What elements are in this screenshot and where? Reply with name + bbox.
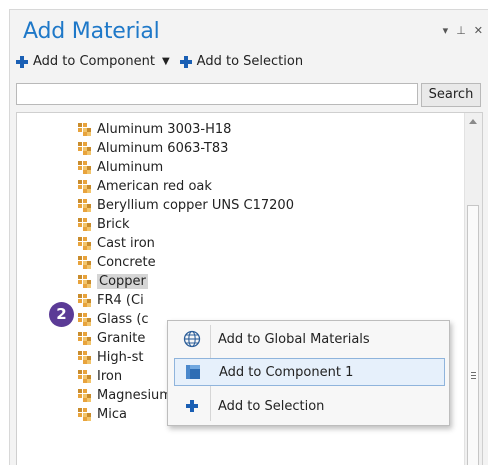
list-item[interactable]: Aluminum: [78, 158, 163, 177]
list-item[interactable]: High-st: [78, 348, 143, 367]
material-icon: [78, 332, 91, 345]
material-icon: [78, 161, 91, 174]
list-item[interactable]: Iron: [78, 367, 122, 386]
list-item-label: Cast iron: [97, 236, 155, 251]
dropdown-menu-icon[interactable]: ▾: [443, 24, 449, 37]
search-input[interactable]: [16, 83, 418, 105]
close-icon[interactable]: ✕: [474, 24, 483, 37]
component-icon: [175, 364, 211, 380]
material-icon: [78, 218, 91, 231]
scrollbar-thumb[interactable]: [467, 205, 479, 465]
material-icon: [78, 408, 91, 421]
list-item[interactable]: Aluminum 6063-T83: [78, 139, 228, 158]
material-icon: [78, 180, 91, 193]
add-material-panel: Add Material ▾ ⊥ ✕ Add to Component ▼ Ad…: [9, 9, 488, 465]
add-to-component-button[interactable]: Add to Component ▼: [16, 54, 170, 69]
list-item[interactable]: FR4 (Ci: [78, 291, 144, 310]
list-item-label: Aluminum: [97, 160, 164, 175]
menu-item-label: Add to Component 1: [219, 364, 354, 380]
list-item-label: Granite: [97, 331, 146, 346]
scroll-up-arrow-icon[interactable]: [469, 119, 477, 124]
list-item-label: Brick: [97, 217, 130, 232]
scrollbar[interactable]: [464, 113, 482, 465]
list-item-label: Mica: [97, 407, 127, 422]
list-item[interactable]: Beryllium copper UNS C17200: [78, 196, 294, 215]
toolbar: Add to Component ▼ Add to Selection: [16, 54, 303, 69]
pin-icon[interactable]: ⊥: [456, 24, 466, 37]
material-icon: [78, 351, 91, 364]
material-icon: [78, 237, 91, 250]
list-item-label: Concrete: [97, 255, 156, 270]
scrollbar-grip-icon: [471, 372, 476, 381]
add-to-selection-label: Add to Selection: [196, 54, 304, 69]
search-row: Search: [16, 83, 481, 107]
plus-icon: [174, 400, 210, 412]
material-icon: [78, 389, 91, 402]
material-icon: [78, 142, 91, 155]
search-button[interactable]: Search: [421, 83, 481, 107]
plus-icon: [179, 55, 192, 68]
list-item-label: Glass (c: [97, 312, 149, 327]
material-icon: [78, 123, 91, 136]
menu-item-add-to-component-1[interactable]: Add to Component 1: [174, 358, 445, 386]
list-item[interactable]: Cast iron: [78, 234, 155, 253]
list-item-label: American red oak: [97, 179, 212, 194]
list-item-label: Beryllium copper UNS C17200: [97, 198, 294, 213]
window-controls: ▾ ⊥ ✕: [443, 24, 483, 37]
list-item[interactable]: American red oak: [78, 177, 212, 196]
menu-item-label: Add to Global Materials: [218, 331, 370, 347]
material-icon: [78, 294, 91, 307]
material-icon: [78, 256, 91, 269]
menu-item-add-to-selection[interactable]: Add to Selection: [174, 392, 445, 420]
list-item-label: High-st: [97, 350, 144, 365]
chevron-down-icon[interactable]: ▼: [162, 56, 170, 67]
globe-icon: [174, 330, 210, 348]
panel-title: Add Material: [23, 19, 160, 44]
list-item[interactable]: Mica: [78, 405, 127, 424]
menu-item-label: Add to Selection: [218, 398, 325, 414]
list-item[interactable]: Copper: [78, 272, 148, 291]
list-item[interactable]: Concrete: [78, 253, 156, 272]
material-icon: [78, 199, 91, 212]
add-to-component-label: Add to Component: [33, 54, 155, 69]
add-to-selection-button[interactable]: Add to Selection: [179, 54, 304, 69]
list-item[interactable]: Aluminum 3003-H18: [78, 120, 231, 139]
menu-item-add-to-global-materials[interactable]: Add to Global Materials: [174, 325, 445, 353]
list-item-label: Iron: [97, 369, 123, 384]
plus-icon: [16, 55, 28, 68]
material-icon: [78, 370, 91, 383]
list-item-label: Aluminum 6063-T83: [97, 141, 229, 156]
list-item[interactable]: Granite: [78, 329, 145, 348]
step-badge: 2: [49, 302, 74, 327]
list-item-label: FR4 (Ci: [97, 293, 144, 308]
material-icon: [78, 275, 91, 288]
list-item[interactable]: Brick: [78, 215, 130, 234]
context-menu: Add to Global Materials Add to Component…: [167, 320, 450, 426]
list-item-label: Aluminum 3003-H18: [97, 122, 232, 137]
list-item[interactable]: Glass (c: [78, 310, 149, 329]
list-item-label: Copper: [97, 274, 148, 289]
material-icon: [78, 313, 91, 326]
